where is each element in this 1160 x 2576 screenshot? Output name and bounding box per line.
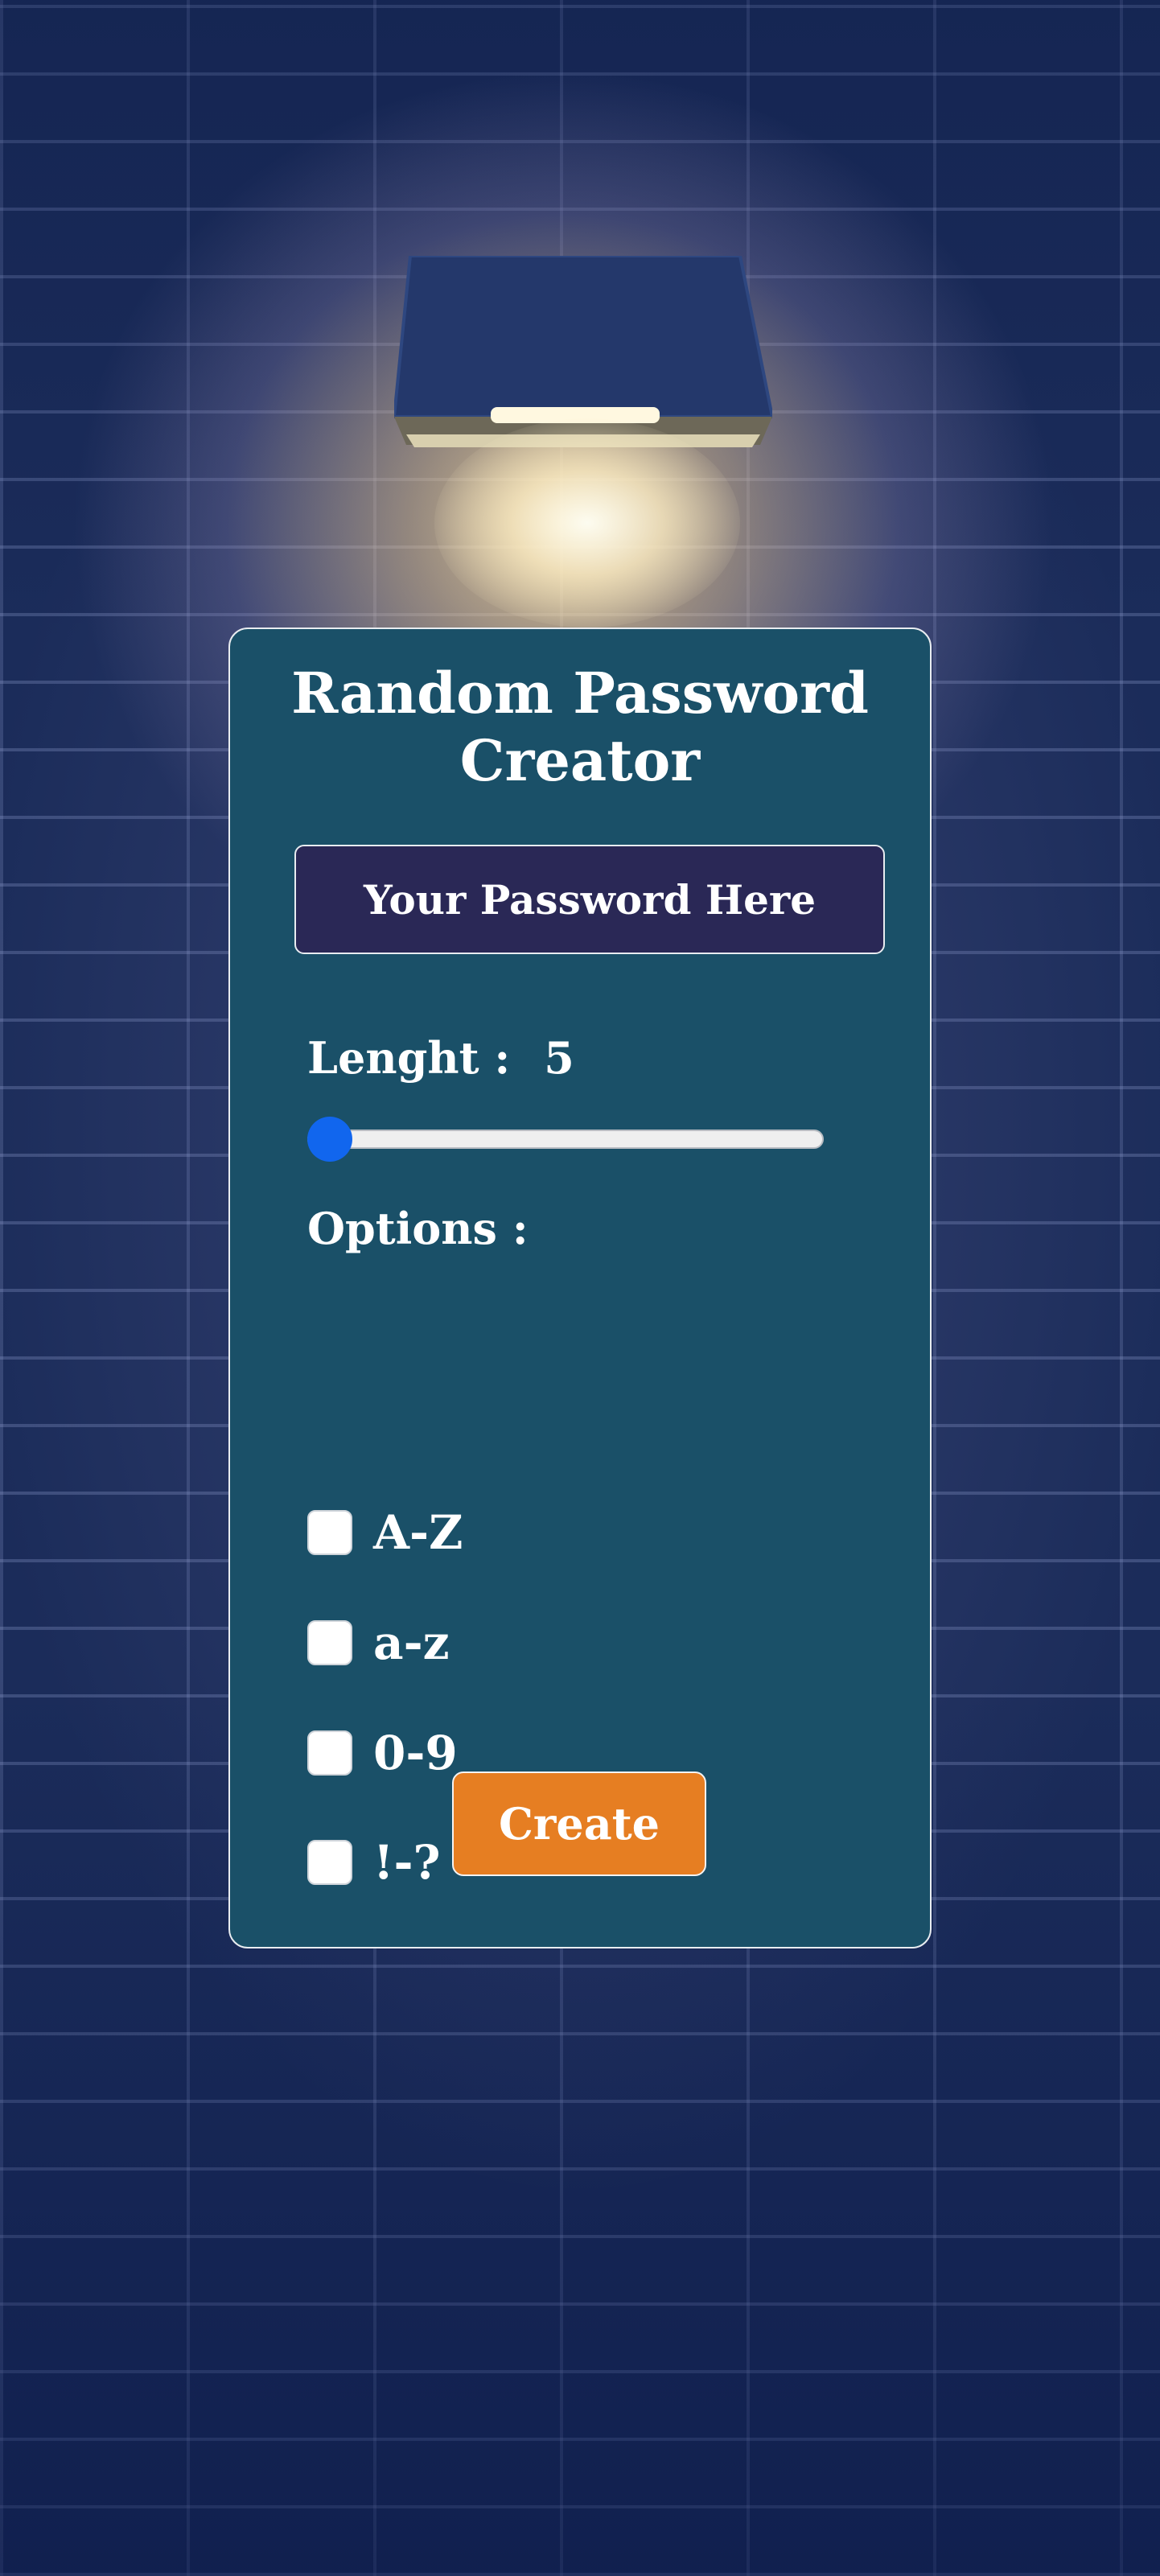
password-display[interactable]: Your Password Here <box>294 845 885 954</box>
length-slider[interactable] <box>307 1117 824 1162</box>
option-digits[interactable]: 0-9 <box>307 1725 458 1781</box>
option-symbols[interactable]: !-? <box>307 1834 441 1891</box>
lowercase-checkbox[interactable] <box>307 1620 352 1665</box>
slider-track[interactable] <box>307 1130 824 1149</box>
length-row: Lenght : 5 <box>307 1030 574 1086</box>
password-creator-card: Random Password Creator Your Password He… <box>228 628 932 1948</box>
uppercase-checkbox[interactable] <box>307 1510 352 1555</box>
symbols-checkbox[interactable] <box>307 1840 352 1885</box>
option-label: A-Z <box>373 1505 463 1560</box>
slider-thumb[interactable] <box>307 1117 352 1162</box>
option-label: 0-9 <box>373 1726 458 1780</box>
light-bloom <box>434 418 740 628</box>
option-uppercase[interactable]: A-Z <box>307 1504 463 1561</box>
digits-checkbox[interactable] <box>307 1730 352 1776</box>
create-button[interactable]: Create <box>452 1772 706 1876</box>
page-title: Random Password Creator <box>291 660 869 794</box>
option-label: !-? <box>373 1835 441 1890</box>
length-value: 5 <box>544 1032 574 1084</box>
option-label: a-z <box>373 1615 450 1670</box>
option-lowercase[interactable]: a-z <box>307 1615 450 1671</box>
options-label: Options : <box>307 1203 529 1254</box>
length-label: Lenght : <box>307 1032 511 1084</box>
